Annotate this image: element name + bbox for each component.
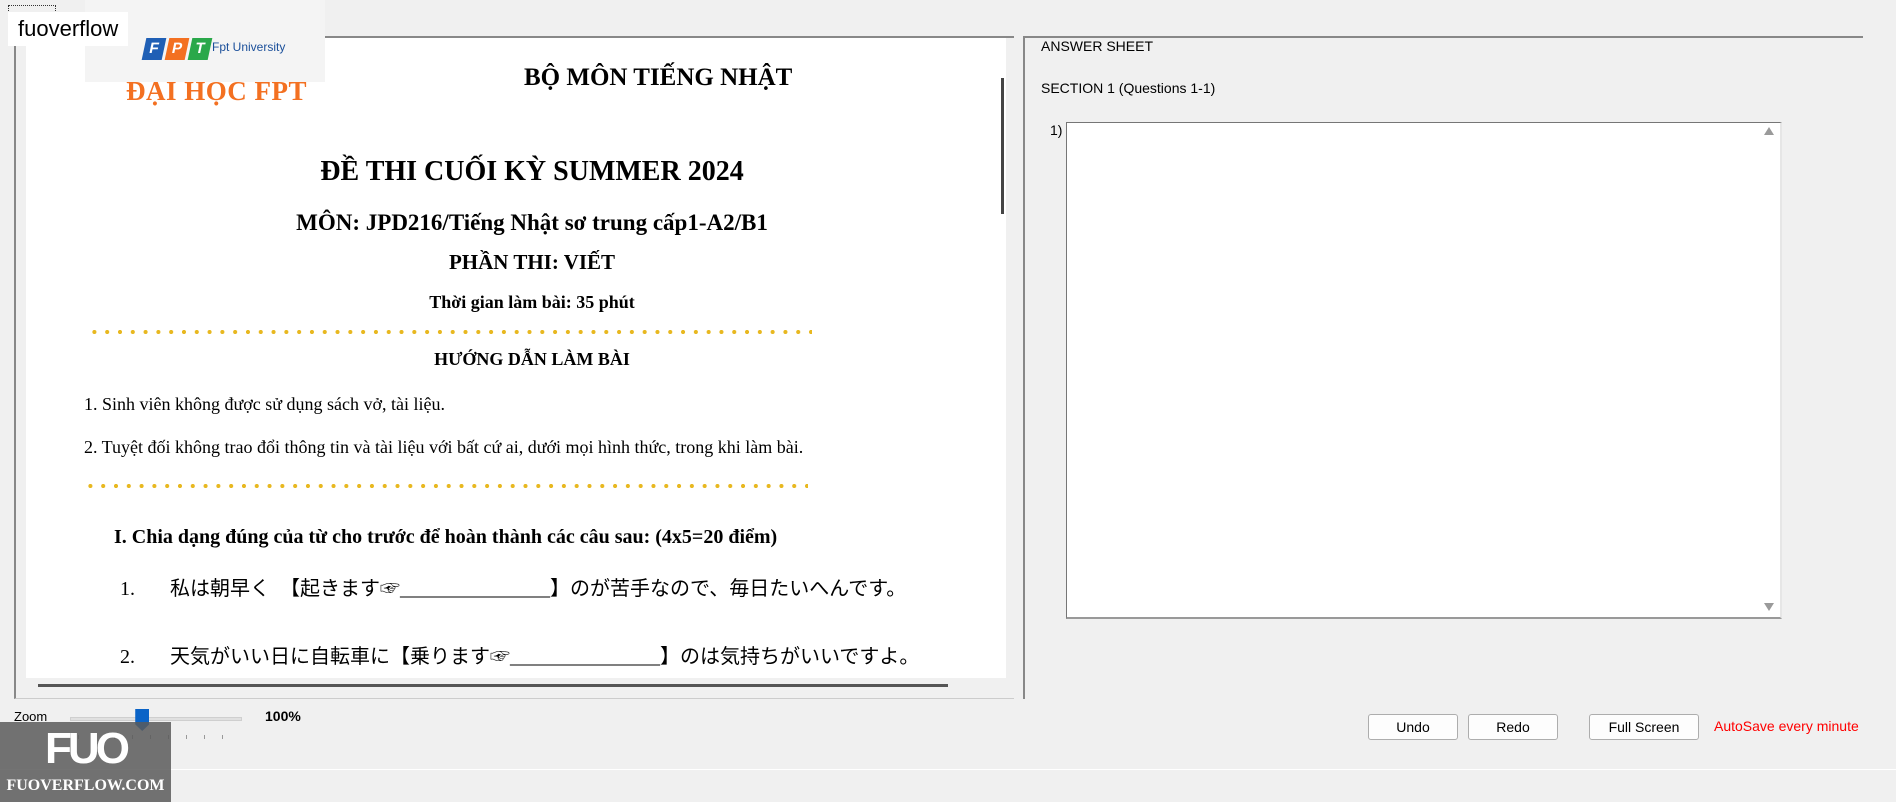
- logo-letter-t: T: [187, 38, 213, 60]
- logo-letter-p: P: [164, 38, 190, 60]
- question-horizontal-scrollbar[interactable]: [38, 684, 948, 687]
- watermark-text: FUOVERFLOW.COM: [6, 777, 165, 794]
- question-text: 天気がいい日に自転車に【乗ります☞_______________】のは気持ちがい…: [170, 646, 920, 668]
- logo-brand-text: ĐẠI HỌC FPT: [126, 76, 307, 106]
- answer-input[interactable]: [1066, 122, 1782, 619]
- question-item: 1. 私は朝早く 【起きます☞_______________】のが苦手なので、毎日…: [120, 572, 906, 601]
- zoom-value: 100%: [265, 708, 301, 724]
- exam-duration: Thời gian làm bài: 35 phút: [429, 292, 635, 312]
- question-number: 1.: [120, 578, 135, 600]
- department-title: BỘ MÔN TIẾNG NHẬT: [524, 64, 793, 91]
- logo-letter-f: F: [141, 38, 167, 60]
- redo-button[interactable]: Redo: [1468, 714, 1558, 740]
- section-label: SECTION 1 (Questions 1-1): [1041, 80, 1216, 96]
- scroll-up-arrow-icon[interactable]: [1764, 127, 1774, 135]
- zoom-slider-track[interactable]: [70, 717, 242, 721]
- dotted-divider: [88, 330, 812, 334]
- rule-item: 2. Tuyệt đối không trao đổi thông tin và…: [84, 437, 804, 457]
- guide-title: HƯỚNG DẪN LÀM BÀI: [434, 349, 630, 369]
- subject-title: MÔN: JPD216/Tiếng Nhật sơ trung cấp1-A2/…: [296, 210, 768, 235]
- scroll-down-arrow-icon[interactable]: [1764, 603, 1774, 611]
- answer-item-label: 1): [1050, 122, 1063, 138]
- part-title: PHẦN THI: VIẾT: [448, 250, 616, 274]
- undo-button[interactable]: Undo: [1368, 714, 1458, 740]
- question-number: 2.: [120, 646, 135, 668]
- rule-item: 1. Sinh viên không được sử dụng sách vở,…: [84, 394, 446, 414]
- full-screen-button[interactable]: Full Screen: [1589, 714, 1699, 740]
- question-vertical-scrollbar[interactable]: [1001, 78, 1004, 214]
- question-item: 2. 天気がいい日に自転車に【乗ります☞_______________】のは気持ち…: [120, 640, 919, 669]
- answer-sheet-title: ANSWER SHEET: [1041, 38, 1154, 54]
- exam-window: F P T Fpt University ĐẠI HỌC FPT BỘ MÔN …: [0, 0, 1896, 802]
- autosave-notice: AutoSave every minute: [1714, 718, 1859, 734]
- logo-small-text: Fpt University: [212, 40, 286, 54]
- corner-label: fuoverflow: [8, 12, 129, 46]
- bottom-divider: [0, 769, 1896, 770]
- section-heading: I. Chia dạng đúng của từ cho trước để ho…: [114, 526, 778, 548]
- exam-title: ĐỀ THI CUỐI KỲ SUMMER 2024: [320, 156, 744, 187]
- fpt-logo-squares: F P T: [141, 38, 213, 60]
- question-text: 私は朝早く 【起きます☞_______________】のが苦手なので、毎日たい…: [170, 578, 907, 600]
- dotted-divider: [84, 484, 808, 488]
- watermark-logo: FUO: [45, 724, 130, 773]
